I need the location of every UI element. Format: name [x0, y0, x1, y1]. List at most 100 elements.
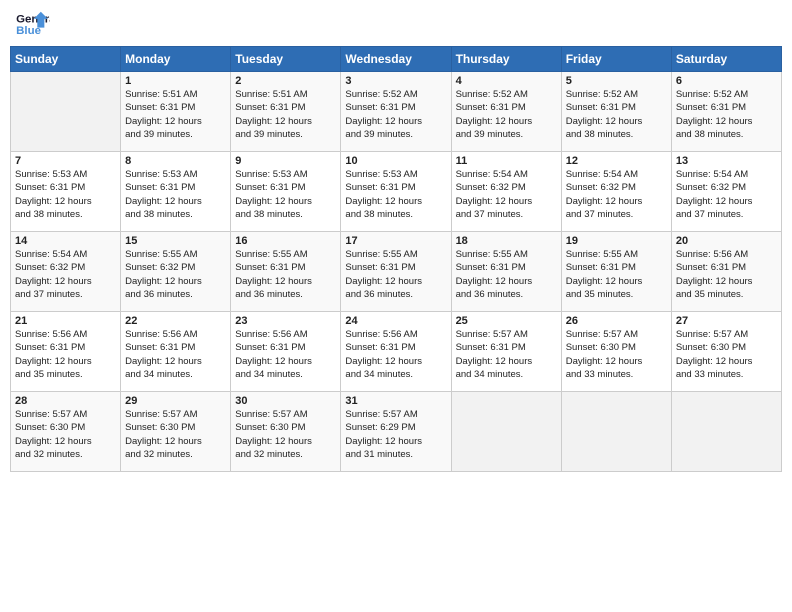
day-info: Sunrise: 5:57 AM Sunset: 6:29 PM Dayligh…: [345, 408, 446, 461]
calendar-cell: 8Sunrise: 5:53 AM Sunset: 6:31 PM Daylig…: [121, 152, 231, 232]
day-info: Sunrise: 5:51 AM Sunset: 6:31 PM Dayligh…: [235, 88, 336, 141]
day-number: 3: [345, 75, 446, 87]
day-info: Sunrise: 5:56 AM Sunset: 6:31 PM Dayligh…: [345, 328, 446, 381]
day-number: 25: [456, 315, 557, 327]
day-number: 26: [566, 315, 667, 327]
day-info: Sunrise: 5:57 AM Sunset: 6:30 PM Dayligh…: [676, 328, 777, 381]
day-number: 22: [125, 315, 226, 327]
day-number: 9: [235, 155, 336, 167]
day-number: 21: [15, 315, 116, 327]
day-number: 24: [345, 315, 446, 327]
calendar-cell: 15Sunrise: 5:55 AM Sunset: 6:32 PM Dayli…: [121, 232, 231, 312]
calendar-cell: [451, 392, 561, 472]
calendar-cell: 19Sunrise: 5:55 AM Sunset: 6:31 PM Dayli…: [561, 232, 671, 312]
day-number: 28: [15, 395, 116, 407]
day-number: 6: [676, 75, 777, 87]
day-info: Sunrise: 5:55 AM Sunset: 6:31 PM Dayligh…: [345, 248, 446, 301]
calendar-cell: 23Sunrise: 5:56 AM Sunset: 6:31 PM Dayli…: [231, 312, 341, 392]
day-number: 23: [235, 315, 336, 327]
calendar-cell: 9Sunrise: 5:53 AM Sunset: 6:31 PM Daylig…: [231, 152, 341, 232]
calendar-cell: 18Sunrise: 5:55 AM Sunset: 6:31 PM Dayli…: [451, 232, 561, 312]
calendar-cell: 26Sunrise: 5:57 AM Sunset: 6:30 PM Dayli…: [561, 312, 671, 392]
calendar-cell: 21Sunrise: 5:56 AM Sunset: 6:31 PM Dayli…: [11, 312, 121, 392]
day-info: Sunrise: 5:52 AM Sunset: 6:31 PM Dayligh…: [345, 88, 446, 141]
calendar-cell: 27Sunrise: 5:57 AM Sunset: 6:30 PM Dayli…: [671, 312, 781, 392]
day-info: Sunrise: 5:54 AM Sunset: 6:32 PM Dayligh…: [676, 168, 777, 221]
calendar-cell: 31Sunrise: 5:57 AM Sunset: 6:29 PM Dayli…: [341, 392, 451, 472]
calendar-table: SundayMondayTuesdayWednesdayThursdayFrid…: [10, 46, 782, 472]
day-number: 18: [456, 235, 557, 247]
calendar-cell: 6Sunrise: 5:52 AM Sunset: 6:31 PM Daylig…: [671, 72, 781, 152]
calendar-cell: 3Sunrise: 5:52 AM Sunset: 6:31 PM Daylig…: [341, 72, 451, 152]
day-info: Sunrise: 5:53 AM Sunset: 6:31 PM Dayligh…: [345, 168, 446, 221]
weekday-header: Wednesday: [341, 47, 451, 72]
day-info: Sunrise: 5:54 AM Sunset: 6:32 PM Dayligh…: [15, 248, 116, 301]
calendar-cell: 25Sunrise: 5:57 AM Sunset: 6:31 PM Dayli…: [451, 312, 561, 392]
day-number: 14: [15, 235, 116, 247]
day-info: Sunrise: 5:52 AM Sunset: 6:31 PM Dayligh…: [566, 88, 667, 141]
day-info: Sunrise: 5:56 AM Sunset: 6:31 PM Dayligh…: [235, 328, 336, 381]
calendar-cell: 20Sunrise: 5:56 AM Sunset: 6:31 PM Dayli…: [671, 232, 781, 312]
calendar-cell: 4Sunrise: 5:52 AM Sunset: 6:31 PM Daylig…: [451, 72, 561, 152]
calendar-week-row: 1Sunrise: 5:51 AM Sunset: 6:31 PM Daylig…: [11, 72, 782, 152]
day-number: 17: [345, 235, 446, 247]
calendar-cell: 13Sunrise: 5:54 AM Sunset: 6:32 PM Dayli…: [671, 152, 781, 232]
day-info: Sunrise: 5:52 AM Sunset: 6:31 PM Dayligh…: [676, 88, 777, 141]
day-info: Sunrise: 5:57 AM Sunset: 6:30 PM Dayligh…: [235, 408, 336, 461]
day-info: Sunrise: 5:52 AM Sunset: 6:31 PM Dayligh…: [456, 88, 557, 141]
calendar-cell: 16Sunrise: 5:55 AM Sunset: 6:31 PM Dayli…: [231, 232, 341, 312]
calendar-header: SundayMondayTuesdayWednesdayThursdayFrid…: [11, 47, 782, 72]
day-info: Sunrise: 5:51 AM Sunset: 6:31 PM Dayligh…: [125, 88, 226, 141]
logo-icon: General Blue: [14, 10, 50, 40]
day-number: 12: [566, 155, 667, 167]
day-number: 1: [125, 75, 226, 87]
weekday-header: Friday: [561, 47, 671, 72]
calendar-week-row: 21Sunrise: 5:56 AM Sunset: 6:31 PM Dayli…: [11, 312, 782, 392]
weekday-header: Monday: [121, 47, 231, 72]
calendar-week-row: 7Sunrise: 5:53 AM Sunset: 6:31 PM Daylig…: [11, 152, 782, 232]
day-info: Sunrise: 5:57 AM Sunset: 6:31 PM Dayligh…: [456, 328, 557, 381]
calendar-cell: [561, 392, 671, 472]
calendar-cell: 2Sunrise: 5:51 AM Sunset: 6:31 PM Daylig…: [231, 72, 341, 152]
calendar-cell: 5Sunrise: 5:52 AM Sunset: 6:31 PM Daylig…: [561, 72, 671, 152]
calendar-cell: 12Sunrise: 5:54 AM Sunset: 6:32 PM Dayli…: [561, 152, 671, 232]
day-number: 27: [676, 315, 777, 327]
day-info: Sunrise: 5:55 AM Sunset: 6:32 PM Dayligh…: [125, 248, 226, 301]
calendar-cell: 17Sunrise: 5:55 AM Sunset: 6:31 PM Dayli…: [341, 232, 451, 312]
calendar-cell: [11, 72, 121, 152]
weekday-header: Thursday: [451, 47, 561, 72]
weekday-header: Tuesday: [231, 47, 341, 72]
calendar-cell: 24Sunrise: 5:56 AM Sunset: 6:31 PM Dayli…: [341, 312, 451, 392]
calendar-week-row: 28Sunrise: 5:57 AM Sunset: 6:30 PM Dayli…: [11, 392, 782, 472]
calendar-cell: 7Sunrise: 5:53 AM Sunset: 6:31 PM Daylig…: [11, 152, 121, 232]
day-number: 31: [345, 395, 446, 407]
day-number: 16: [235, 235, 336, 247]
day-number: 29: [125, 395, 226, 407]
day-number: 8: [125, 155, 226, 167]
day-number: 5: [566, 75, 667, 87]
weekday-header: Saturday: [671, 47, 781, 72]
weekday-header-row: SundayMondayTuesdayWednesdayThursdayFrid…: [11, 47, 782, 72]
calendar-cell: 11Sunrise: 5:54 AM Sunset: 6:32 PM Dayli…: [451, 152, 561, 232]
day-number: 30: [235, 395, 336, 407]
calendar-cell: 1Sunrise: 5:51 AM Sunset: 6:31 PM Daylig…: [121, 72, 231, 152]
day-info: Sunrise: 5:57 AM Sunset: 6:30 PM Dayligh…: [125, 408, 226, 461]
day-number: 19: [566, 235, 667, 247]
day-number: 10: [345, 155, 446, 167]
day-info: Sunrise: 5:55 AM Sunset: 6:31 PM Dayligh…: [456, 248, 557, 301]
day-info: Sunrise: 5:54 AM Sunset: 6:32 PM Dayligh…: [566, 168, 667, 221]
day-number: 15: [125, 235, 226, 247]
day-number: 20: [676, 235, 777, 247]
calendar-cell: 14Sunrise: 5:54 AM Sunset: 6:32 PM Dayli…: [11, 232, 121, 312]
page-header: General Blue: [10, 10, 782, 40]
day-info: Sunrise: 5:53 AM Sunset: 6:31 PM Dayligh…: [15, 168, 116, 221]
day-info: Sunrise: 5:56 AM Sunset: 6:31 PM Dayligh…: [15, 328, 116, 381]
day-info: Sunrise: 5:56 AM Sunset: 6:31 PM Dayligh…: [676, 248, 777, 301]
day-number: 13: [676, 155, 777, 167]
day-info: Sunrise: 5:54 AM Sunset: 6:32 PM Dayligh…: [456, 168, 557, 221]
calendar-cell: 10Sunrise: 5:53 AM Sunset: 6:31 PM Dayli…: [341, 152, 451, 232]
calendar-cell: 22Sunrise: 5:56 AM Sunset: 6:31 PM Dayli…: [121, 312, 231, 392]
calendar-cell: 28Sunrise: 5:57 AM Sunset: 6:30 PM Dayli…: [11, 392, 121, 472]
day-number: 2: [235, 75, 336, 87]
day-info: Sunrise: 5:57 AM Sunset: 6:30 PM Dayligh…: [15, 408, 116, 461]
